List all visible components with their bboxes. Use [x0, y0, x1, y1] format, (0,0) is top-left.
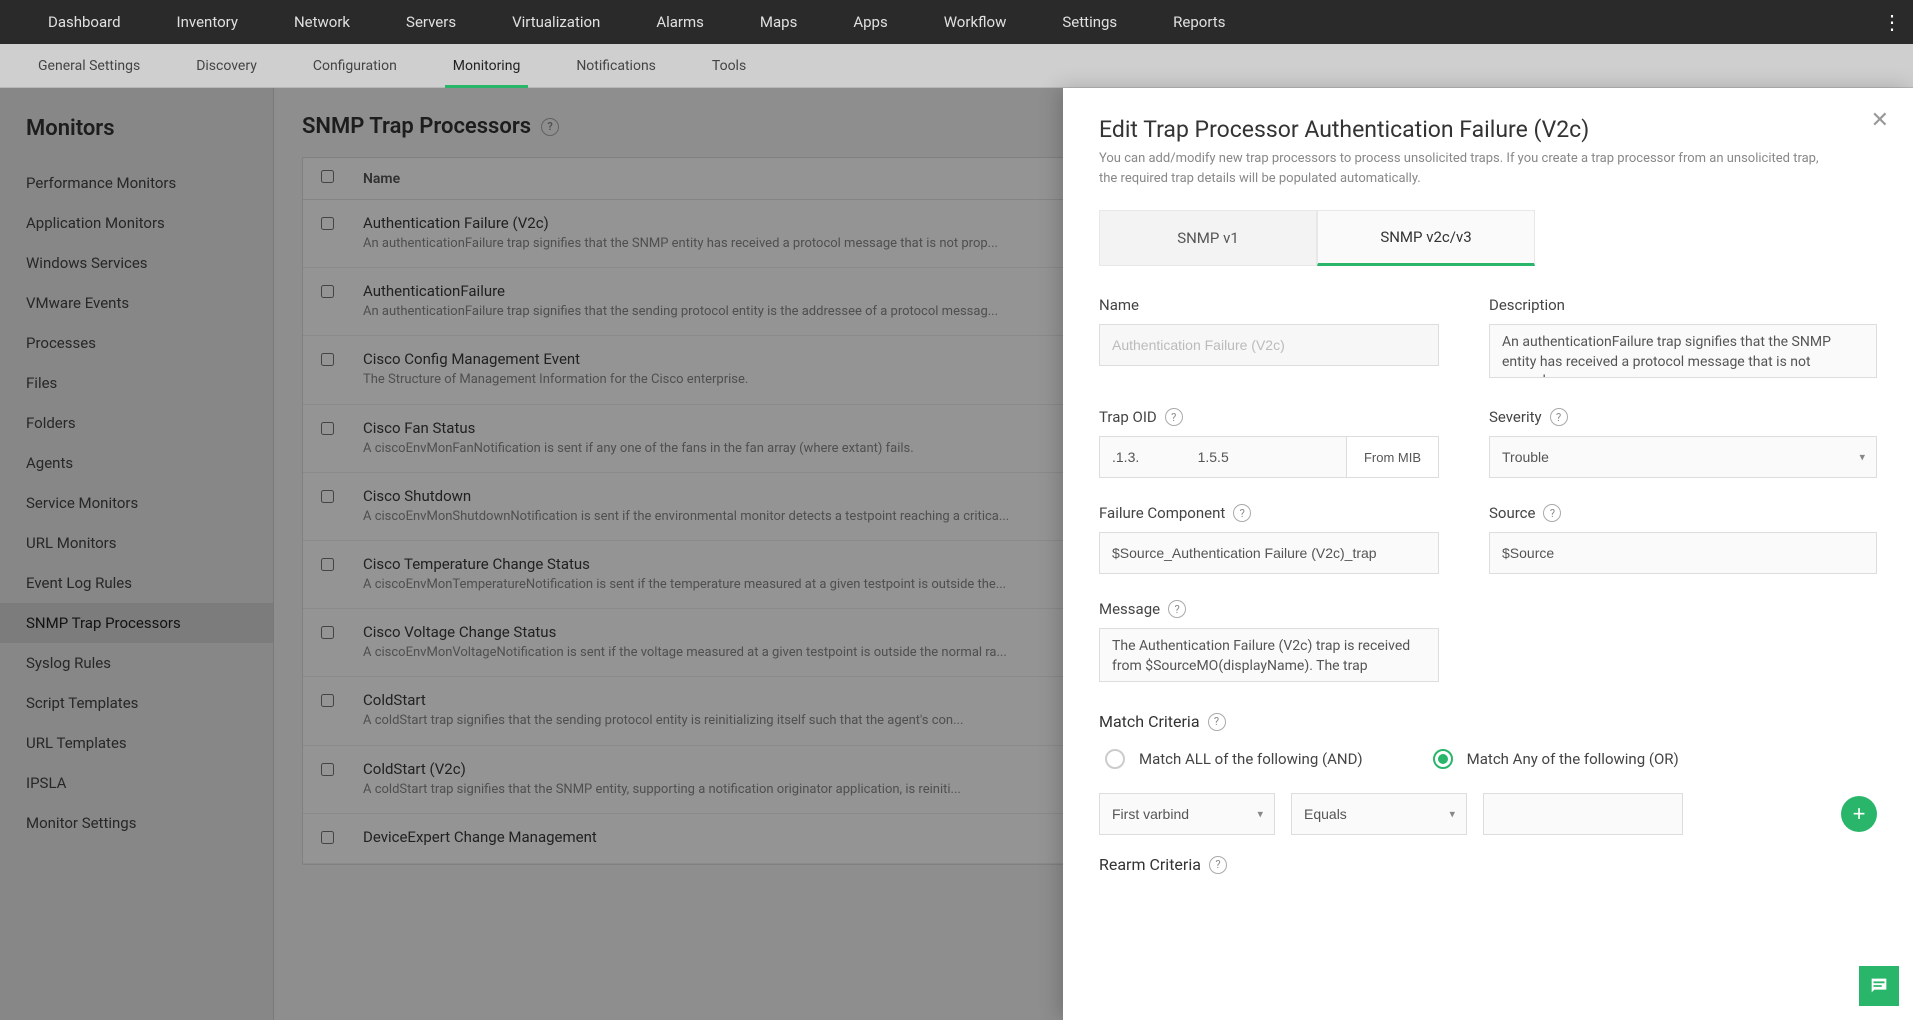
- help-icon[interactable]: ?: [1233, 504, 1251, 522]
- drawer-title: Edit Trap Processor Authentication Failu…: [1099, 116, 1877, 143]
- nav-maps[interactable]: Maps: [732, 13, 825, 31]
- help-icon[interactable]: ?: [1168, 600, 1186, 618]
- severity-select[interactable]: Trouble: [1489, 436, 1877, 478]
- message-field[interactable]: The Authentication Failure (V2c) trap is…: [1099, 628, 1439, 682]
- match-criteria-title: Match Criteria ?: [1099, 712, 1877, 731]
- label-source: Source ?: [1489, 504, 1877, 522]
- subnav-discovery[interactable]: Discovery: [168, 44, 285, 88]
- chat-fab[interactable]: [1859, 966, 1899, 1006]
- help-icon[interactable]: ?: [1543, 504, 1561, 522]
- radio-icon: [1433, 749, 1453, 769]
- criteria-field-select[interactable]: First varbind: [1099, 793, 1275, 835]
- nav-virtualization[interactable]: Virtualization: [484, 13, 628, 31]
- failure-component-field[interactable]: [1099, 532, 1439, 574]
- match-mode-radios: Match ALL of the following (AND) Match A…: [1099, 749, 1877, 769]
- description-field[interactable]: An authenticationFailure trap signifies …: [1489, 324, 1877, 378]
- sub-nav: General Settings Discovery Configuration…: [0, 44, 1913, 88]
- tab-snmp-v1[interactable]: SNMP v1: [1099, 210, 1317, 266]
- nav-apps[interactable]: Apps: [825, 13, 915, 31]
- radio-match-all[interactable]: Match ALL of the following (AND): [1105, 749, 1363, 769]
- help-icon[interactable]: ?: [1208, 713, 1226, 731]
- edit-drawer: ✕ Edit Trap Processor Authentication Fai…: [1063, 88, 1913, 1020]
- label-message: Message ?: [1099, 600, 1439, 618]
- kebab-menu-icon[interactable]: ⋮: [1882, 10, 1901, 34]
- subnav-tools[interactable]: Tools: [684, 44, 774, 88]
- criteria-op-select[interactable]: Equals: [1291, 793, 1467, 835]
- subnav-configuration[interactable]: Configuration: [285, 44, 425, 88]
- label-trap-oid: Trap OID ?: [1099, 408, 1439, 426]
- add-criteria-button[interactable]: +: [1841, 796, 1877, 832]
- subnav-notifications[interactable]: Notifications: [548, 44, 684, 88]
- trap-oid-field[interactable]: [1099, 436, 1347, 478]
- nav-workflow[interactable]: Workflow: [916, 13, 1035, 31]
- nav-settings[interactable]: Settings: [1034, 13, 1145, 31]
- nav-dashboard[interactable]: Dashboard: [20, 13, 149, 31]
- nav-network[interactable]: Network: [266, 13, 378, 31]
- drawer-tabs: SNMP v1 SNMP v2c/v3: [1099, 210, 1877, 266]
- radio-icon: [1105, 749, 1125, 769]
- chat-icon: [1868, 975, 1890, 997]
- criteria-row: First varbind Equals +: [1099, 793, 1877, 835]
- nav-reports[interactable]: Reports: [1145, 13, 1253, 31]
- label-name: Name: [1099, 296, 1439, 314]
- from-mib-button[interactable]: From MIB: [1347, 436, 1439, 478]
- help-icon[interactable]: ?: [1209, 856, 1227, 874]
- nav-inventory[interactable]: Inventory: [149, 13, 266, 31]
- subnav-monitoring[interactable]: Monitoring: [425, 44, 549, 88]
- radio-match-any[interactable]: Match Any of the following (OR): [1433, 749, 1679, 769]
- rearm-criteria-title: Rearm Criteria ?: [1099, 855, 1877, 874]
- label-description: Description: [1489, 296, 1877, 314]
- subnav-general-settings[interactable]: General Settings: [10, 44, 168, 88]
- top-nav: Dashboard Inventory Network Servers Virt…: [0, 0, 1913, 44]
- label-failure-component: Failure Component ?: [1099, 504, 1439, 522]
- help-icon[interactable]: ?: [1165, 408, 1183, 426]
- drawer-subtitle: You can add/modify new trap processors t…: [1099, 149, 1819, 188]
- criteria-value-field[interactable]: [1483, 793, 1683, 835]
- nav-alarms[interactable]: Alarms: [628, 13, 732, 31]
- name-field[interactable]: [1099, 324, 1439, 366]
- close-icon[interactable]: ✕: [1871, 108, 1889, 133]
- source-field[interactable]: [1489, 532, 1877, 574]
- tab-snmp-v2c-v3[interactable]: SNMP v2c/v3: [1317, 210, 1535, 266]
- nav-servers[interactable]: Servers: [378, 13, 484, 31]
- help-icon[interactable]: ?: [1550, 408, 1568, 426]
- label-severity: Severity ?: [1489, 408, 1877, 426]
